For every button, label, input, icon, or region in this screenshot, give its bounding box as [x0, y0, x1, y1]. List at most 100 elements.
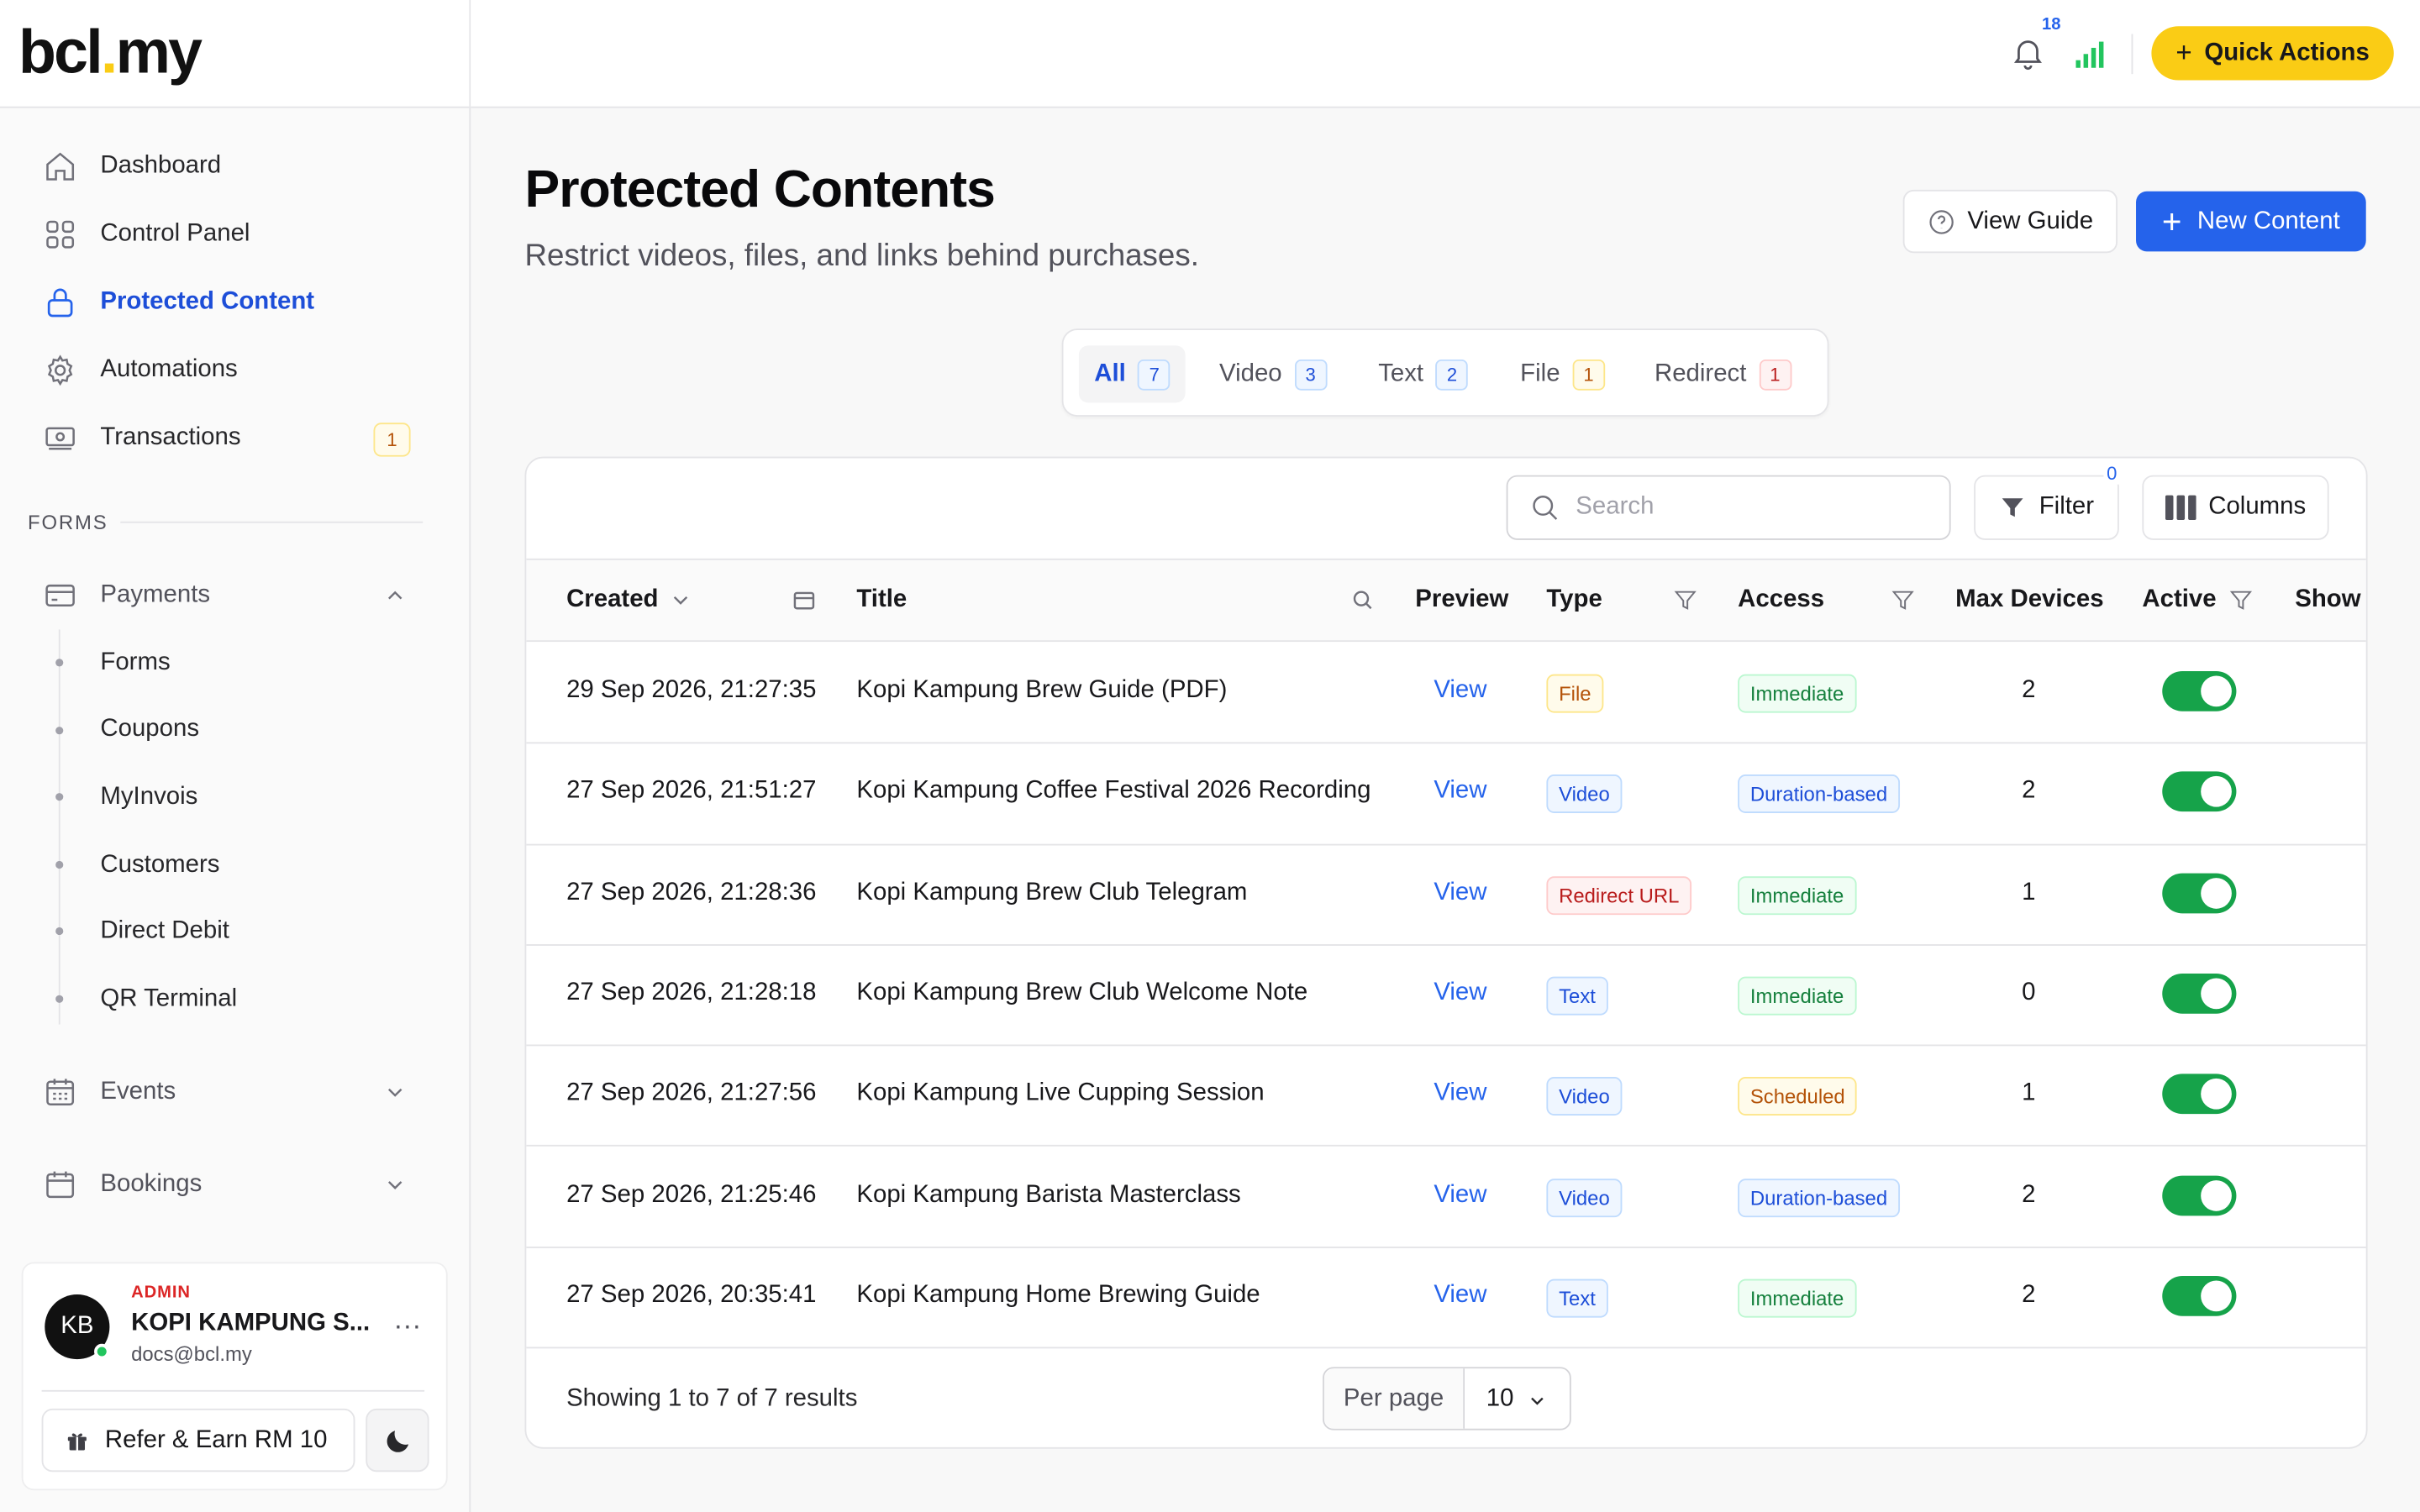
preview-link[interactable]: View	[1434, 778, 1486, 806]
toggle-knob	[2201, 978, 2232, 1010]
filter-button[interactable]: Filter	[1974, 475, 2119, 540]
column-header-show: Show	[2295, 585, 2361, 613]
sidebar-nav: Dashboard Control Panel Protected Conten…	[0, 108, 469, 472]
theme-toggle-button[interactable]	[366, 1408, 429, 1473]
bullet-icon	[55, 927, 64, 936]
subitem-label: MyInvois	[100, 784, 198, 811]
tab-file[interactable]: File 1	[1505, 345, 1620, 402]
access-badge: Immediate	[1738, 875, 1857, 915]
active-toggle[interactable]	[2162, 670, 2237, 711]
access-badge: Duration-based	[1738, 1178, 1900, 1217]
cell-created: 27 Sep 2026, 21:28:36	[566, 879, 817, 906]
table-row[interactable]: 29 Sep 2026, 21:27:35 Kopi Kampung Brew G…	[526, 643, 2366, 744]
tab-video[interactable]: Video 3	[1204, 345, 1343, 402]
column-header-title[interactable]: Title	[856, 586, 907, 614]
calendar-grid-icon	[43, 1074, 76, 1108]
type-badge: Video	[1546, 1077, 1623, 1116]
refer-earn-button[interactable]: Refer & Earn RM 10	[41, 1408, 355, 1473]
preview-link[interactable]: View	[1434, 1282, 1486, 1310]
new-content-button[interactable]: + New Content	[2136, 191, 2366, 252]
tab-all[interactable]: All 7	[1078, 345, 1186, 403]
tab-label: Text	[1378, 360, 1424, 387]
cell-created: 27 Sep 2026, 21:27:56	[566, 1080, 817, 1107]
bullet-icon	[55, 726, 64, 734]
sidebar-item-transactions[interactable]: Transactions 1	[0, 404, 469, 472]
type-badge: Text	[1546, 976, 1608, 1016]
table-row[interactable]: 27 Sep 2026, 21:51:27 Kopi Kampung Coffee…	[526, 744, 2366, 845]
sidebar-item-protected-content[interactable]: Protected Content	[0, 269, 469, 337]
sidebar-subitem-customers[interactable]: Customers	[0, 832, 469, 899]
sidebar-group-payments[interactable]: Payments	[0, 562, 469, 630]
column-header-type[interactable]: Type	[1546, 586, 1602, 614]
sidebar-subitem-qr-terminal[interactable]: QR Terminal	[0, 966, 469, 1033]
filter-icon[interactable]	[1673, 588, 1697, 612]
plus-icon: +	[2175, 37, 2192, 68]
filter-icon[interactable]	[2228, 588, 2253, 612]
preview-link[interactable]: View	[1434, 1181, 1486, 1209]
cell-title: Kopi Kampung Coffee Festival 2026 Record…	[856, 778, 1371, 805]
sidebar-group-events[interactable]: Events	[0, 1058, 469, 1126]
sidebar-subitem-coupons[interactable]: Coupons	[0, 696, 469, 764]
view-guide-label: View Guide	[1967, 207, 2094, 234]
sidebar-subitem-direct-debit[interactable]: Direct Debit	[0, 899, 469, 966]
user-email: docs@bcl.my	[131, 1341, 252, 1366]
table-row[interactable]: 27 Sep 2026, 21:27:56 Kopi Kampung Live C…	[526, 1047, 2366, 1147]
active-toggle[interactable]	[2162, 1275, 2237, 1316]
sidebar: bcl.my Dashboard Control Panel Protected…	[0, 0, 471, 1512]
per-page-value[interactable]: 10	[1465, 1368, 1570, 1429]
card-divider	[41, 1389, 425, 1392]
chevron-down-icon[interactable]	[668, 588, 692, 612]
bell-icon[interactable]	[2009, 34, 2046, 71]
bullet-icon	[55, 860, 64, 869]
search-input[interactable]: Search	[1506, 475, 1951, 540]
column-header-access[interactable]: Access	[1738, 586, 1824, 614]
sidebar-item-dashboard[interactable]: Dashboard	[0, 133, 469, 201]
active-toggle[interactable]	[2162, 1074, 2237, 1115]
sidebar-item-automations[interactable]: Automations	[0, 336, 469, 404]
sidebar-subitem-myinvois[interactable]: MyInvois	[0, 764, 469, 832]
active-toggle[interactable]	[2162, 1174, 2237, 1215]
quick-actions-button[interactable]: + Quick Actions	[2151, 26, 2394, 81]
view-guide-button[interactable]: View Guide	[1902, 189, 2118, 254]
columns-button[interactable]: Columns	[2142, 475, 2329, 540]
sidebar-group-bookings[interactable]: Bookings	[0, 1150, 469, 1218]
cell-created: 29 Sep 2026, 21:27:35	[566, 677, 817, 704]
table-row[interactable]: 27 Sep 2026, 21:28:18 Kopi Kampung Brew C…	[526, 946, 2366, 1047]
sidebar-subitem-forms[interactable]: Forms	[0, 629, 469, 696]
sidebar-item-control-panel[interactable]: Control Panel	[0, 201, 469, 269]
brand-logo[interactable]: bcl.my	[18, 18, 203, 88]
preview-link[interactable]: View	[1434, 677, 1486, 705]
search-icon[interactable]	[1350, 588, 1375, 612]
user-card: KB ADMIN KOPI KAMPUNG S... docs@bcl.my ·…	[21, 1262, 448, 1491]
cell-title: Kopi Kampung Brew Guide (PDF)	[856, 677, 1228, 704]
chevron-up-icon	[387, 591, 402, 600]
column-header-created[interactable]: Created	[566, 586, 658, 614]
active-toggle[interactable]	[2162, 872, 2237, 913]
tab-text[interactable]: Text 2	[1363, 345, 1484, 402]
column-header-active[interactable]: Active	[2142, 586, 2216, 614]
signal-strength-icon	[2075, 41, 2104, 68]
subitem-label: Coupons	[100, 716, 200, 743]
subitem-label: Forms	[100, 648, 171, 676]
table-row[interactable]: 27 Sep 2026, 21:28:36 Kopi Kampung Brew C…	[526, 845, 2366, 946]
preview-link[interactable]: View	[1434, 1080, 1486, 1108]
filter-icon[interactable]	[1891, 588, 1915, 612]
preview-link[interactable]: View	[1434, 879, 1486, 906]
tab-redirect[interactable]: Redirect 1	[1639, 345, 1807, 402]
active-toggle[interactable]	[2162, 771, 2237, 812]
table-row[interactable]: 27 Sep 2026, 20:35:41 Kopi Kampung Home B…	[526, 1248, 2366, 1349]
cell-max-devices: 2	[2022, 1181, 2036, 1208]
table-row[interactable]: 27 Sep 2026, 21:25:46 Kopi Kampung Barist…	[526, 1147, 2366, 1248]
results-summary: Showing 1 to 7 of 7 results	[566, 1385, 858, 1412]
preview-link[interactable]: View	[1434, 979, 1486, 1007]
calendar-icon[interactable]	[792, 588, 816, 612]
more-options-icon[interactable]: ···	[393, 1310, 421, 1342]
chevron-down-icon	[387, 1180, 402, 1189]
cell-title: Kopi Kampung Live Cupping Session	[856, 1080, 1265, 1107]
cell-created: 27 Sep 2026, 21:51:27	[566, 778, 817, 805]
transactions-badge: 1	[373, 423, 411, 457]
active-toggle[interactable]	[2162, 973, 2237, 1014]
type-badge: Video	[1546, 1178, 1623, 1217]
per-page-select[interactable]: Per page 10	[1323, 1367, 1571, 1431]
sidebar-item-label: Control Panel	[100, 220, 250, 247]
